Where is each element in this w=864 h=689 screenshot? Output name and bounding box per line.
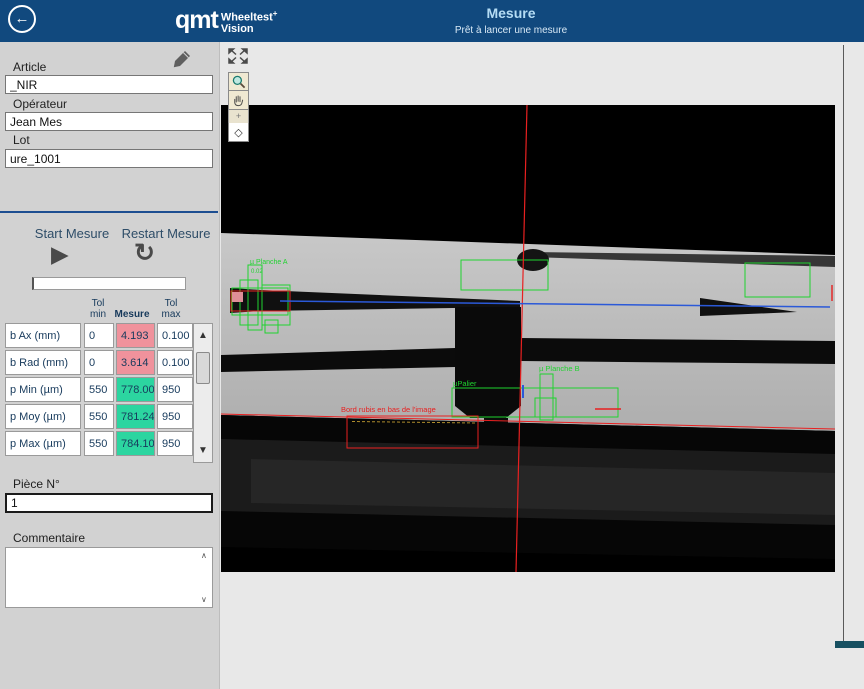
page-title: Mesure [311,5,711,21]
tol-max-value: 950 [157,377,193,402]
tol-min-value: 550 [84,404,114,429]
start-mesure-label[interactable]: Start Mesure [22,226,122,241]
row-label: p Max (µm) [5,431,81,456]
bottom-scrollbar-thumb[interactable] [835,641,864,648]
row-label: b Ax (mm) [5,323,81,348]
hand-icon [231,93,246,108]
zoom-tool-button[interactable] [228,72,249,91]
section-divider [0,211,218,213]
play-icon[interactable]: ▶ [51,241,69,268]
restart-mesure-label[interactable]: Restart Mesure [116,226,216,241]
viewer-toolbar: + ◇ [228,48,250,142]
app-logo: qmt Wheeltest+ Vision [175,4,277,36]
expand-icon[interactable] [228,48,248,64]
logo-name: Wheeltest [221,12,273,24]
operateur-label: Opérateur [13,97,67,111]
camera-view[interactable]: µ Planche A 0.02 µPalier µ Planche B Bor… [221,105,835,572]
mesure-value: 4.193 [116,323,155,348]
page-header: Mesure Prêt à lancer une mesure [311,5,711,36]
measure-progress-bar [32,277,186,290]
restart-icon[interactable]: ↻ [134,238,155,268]
tol-max-value: 0.100 [157,323,193,348]
status-text: Prêt à lancer une mesure [311,25,711,36]
commentaire-label: Commentaire [13,531,85,545]
mesure-value: 3.614 [116,350,155,375]
pink-marker [232,292,243,302]
tol-min-value: 0 [84,350,114,375]
tol-max-value: 950 [157,404,193,429]
article-input[interactable] [5,75,213,94]
comment-scroll-down-icon[interactable]: ∨ [201,595,207,604]
label-planche-b: µ Planche B [539,364,580,373]
article-label: Article [13,60,46,74]
header-tol-min-1: Tol [92,298,105,309]
row-label: b Rad (mm) [5,350,81,375]
header-tol-max-1: Tol [165,298,178,309]
back-button[interactable]: ← [8,5,36,33]
mesure-value: 781.244 [116,404,155,429]
piece-input[interactable] [5,493,213,513]
magnifier-icon [231,74,247,90]
logo-sub: Vision [221,24,278,35]
commentaire-textarea[interactable] [5,547,213,608]
piece-label: Pièce N° [13,477,60,491]
operateur-input[interactable] [5,112,213,131]
diamond-tool-button[interactable]: ◇ [228,123,249,142]
label-scale: 0.02 [251,269,263,275]
pan-tool-button[interactable] [228,91,249,110]
label-palier: µPalier [453,379,477,388]
camera-image: µ Planche A 0.02 µPalier µ Planche B Bor… [221,105,835,572]
lower-right-rod [521,338,835,364]
plus-tool[interactable]: + [228,110,249,123]
top-bar: ← qmt Wheeltest+ Vision Mesure Prêt à la… [0,0,864,42]
header-mesure: Mesure [112,309,152,320]
header-tol-max-2: max [162,309,181,320]
table-scrollbar[interactable]: ▲ ▼ [193,323,213,463]
row-label: p Min (µm) [5,377,81,402]
center-block [455,307,521,406]
sidebar: Article Opérateur Lot Start Mesure Resta… [0,42,220,689]
lot-label: Lot [13,133,30,147]
mesure-value: 778.000 [116,377,155,402]
tol-min-value: 550 [84,377,114,402]
measure-table: b Ax (mm) 0 4.193 0.100 b Rad (mm) 0 3.6… [5,323,193,463]
scrollbar-thumb[interactable] [196,352,210,384]
header-tol-min-2: min [90,309,106,320]
mesure-value: 784.100 [116,431,155,456]
row-label: p Moy (µm) [5,404,81,429]
edit-pencil-icon[interactable] [171,48,193,70]
logo-plus: + [273,9,278,18]
right-separator [843,45,844,645]
scroll-down-icon[interactable]: ▼ [194,445,212,456]
label-bord-rubis: Bord rubis en bas de l'image [341,405,436,414]
viewer-area: + ◇ [220,42,864,689]
tol-max-value: 0.100 [157,350,193,375]
lot-input[interactable] [5,149,213,168]
logo-mark: qmt [175,4,218,36]
tol-max-value: 950 [157,431,193,456]
label-planche-a: µ Planche A [250,259,288,266]
scroll-up-icon[interactable]: ▲ [194,330,212,341]
tol-min-value: 550 [84,431,114,456]
tol-min-value: 0 [84,323,114,348]
comment-scroll-up-icon[interactable]: ∧ [201,551,207,560]
